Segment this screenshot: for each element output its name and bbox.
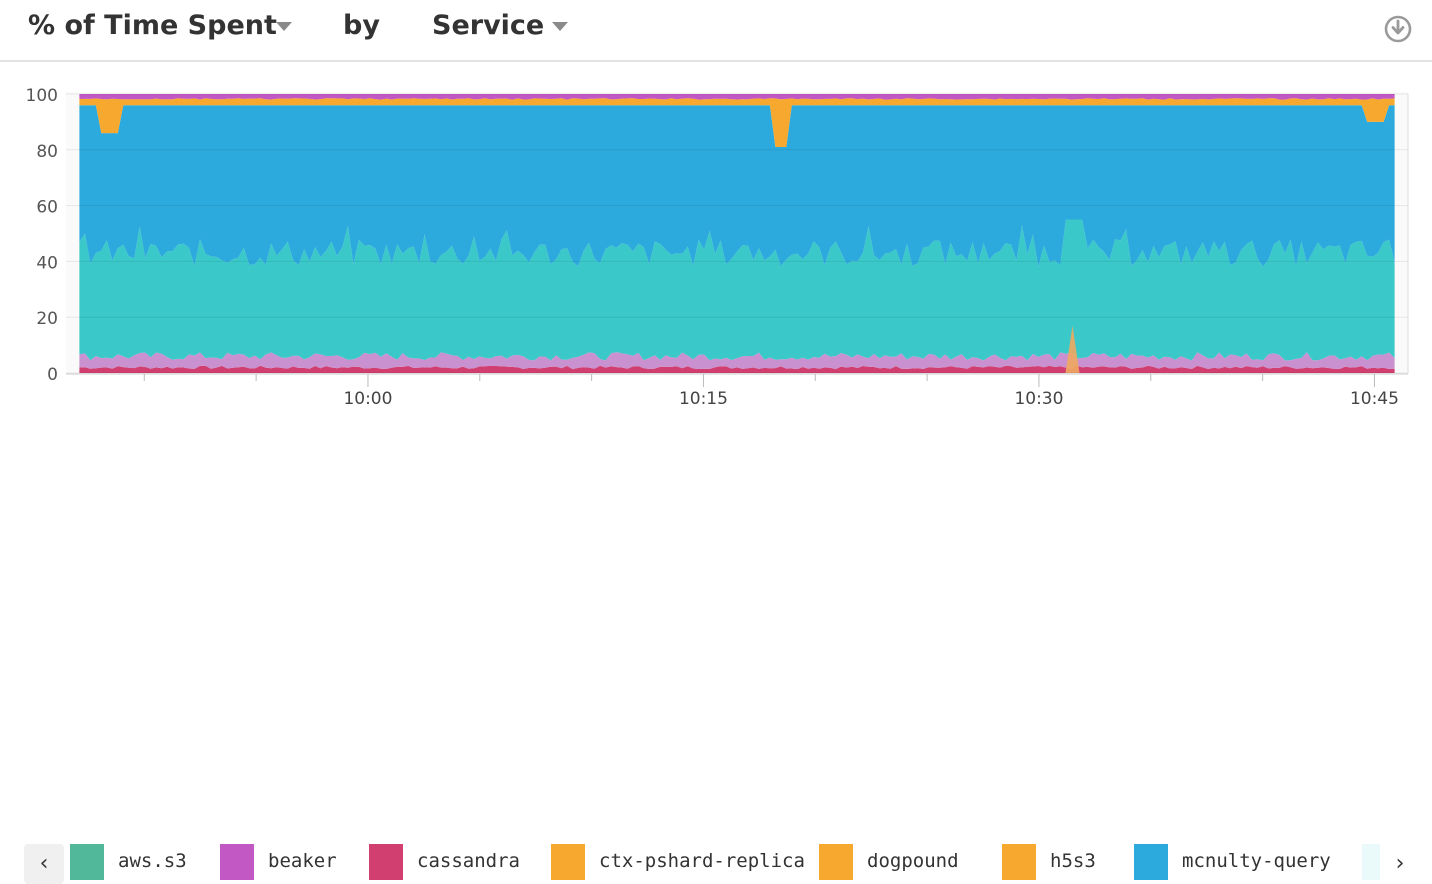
stacked-area-chart: 0 20 40 60 80 100 10:00 10:15 10:30 10:45 xyxy=(26,86,1409,409)
legend-prev-button[interactable]: ‹ xyxy=(24,844,64,884)
legend-swatch xyxy=(819,844,853,880)
legend-swatch xyxy=(551,844,585,880)
metric-dropdown-caret-icon[interactable] xyxy=(276,22,292,31)
legend-swatch xyxy=(70,844,104,880)
legend-label: aws.s3 xyxy=(118,850,187,872)
legend-label: ctx-pshard-replica xyxy=(599,850,805,872)
legend-label: cassandra xyxy=(417,850,520,872)
legend-swatch xyxy=(1134,844,1168,880)
y-tick-label: 80 xyxy=(36,142,58,162)
group-selector[interactable]: Service xyxy=(432,10,544,41)
legend-label: dogpound xyxy=(867,850,959,872)
legend: ‹ aws.s3 beaker cassandra ctx-pshard-replic… xyxy=(0,420,1432,884)
y-tick-label: 100 xyxy=(26,86,58,106)
y-tick-label: 0 xyxy=(47,365,58,385)
x-tick-label: 10:45 xyxy=(1350,389,1399,409)
area-series-mcnulty-query xyxy=(79,105,1395,267)
legend-swatch xyxy=(220,844,254,880)
legend-label: beaker xyxy=(268,850,337,872)
y-tick-label: 20 xyxy=(36,309,58,329)
chart-header: % of Time Spent by Service xyxy=(0,0,1432,62)
y-tick-label: 40 xyxy=(36,253,58,273)
legend-swatch xyxy=(369,844,403,880)
legend-label: h5s3 xyxy=(1050,850,1096,872)
y-tick-label: 60 xyxy=(36,198,58,218)
x-tick-label: 10:30 xyxy=(1014,389,1063,409)
legend-swatch xyxy=(1002,844,1036,880)
group-dropdown-caret-icon[interactable] xyxy=(552,22,568,31)
legend-swatch xyxy=(1362,844,1380,880)
legend-next-button[interactable]: › xyxy=(1380,844,1420,884)
x-tick-label: 10:00 xyxy=(343,389,392,409)
legend-label: mcnulty-query xyxy=(1182,850,1331,872)
download-icon[interactable] xyxy=(1384,15,1412,43)
x-tick-label: 10:15 xyxy=(679,389,728,409)
by-label: by xyxy=(343,10,380,41)
metric-selector[interactable]: % of Time Spent xyxy=(28,10,277,41)
